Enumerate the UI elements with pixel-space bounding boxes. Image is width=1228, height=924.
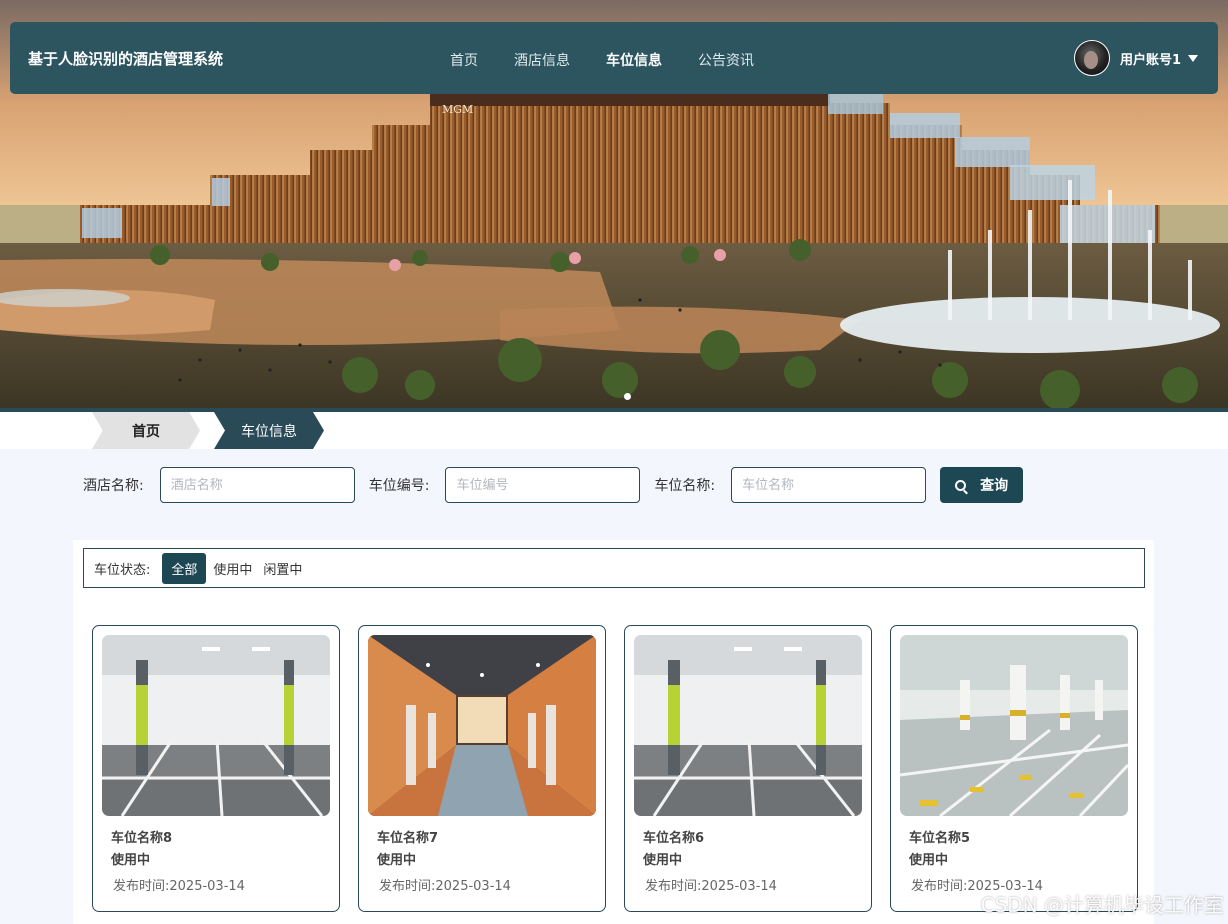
search-bar: 酒店名称: 车位编号: 车位名称: 查询 [83, 467, 1024, 503]
filter-option-idle[interactable]: 闲置中 [259, 554, 306, 583]
card-status: 使用中 [111, 853, 151, 868]
nav-hotel-info[interactable]: 酒店信息 [514, 50, 570, 70]
carousel-dot-active[interactable] [624, 393, 631, 400]
card-date: 发布时间:2025-03-14 [113, 879, 245, 894]
breadcrumb: 首页 车位信息 [0, 412, 1228, 449]
parking-card[interactable]: 车位名称7 使用中 发布时间:2025-03-14 [358, 625, 606, 912]
status-filter: 车位状态: 全部 使用中 闲置中 [83, 548, 1145, 588]
space-name-input[interactable] [731, 467, 927, 503]
search-icon [955, 479, 967, 491]
hotel-name-label: 酒店名称: [83, 478, 144, 494]
parking-list-panel: 车位状态: 全部 使用中 闲置中 车位名称8 使用中 发布时间:2025-03-… [73, 540, 1154, 924]
parking-card[interactable]: 车位名称5 使用中 发布时间:2025-03-14 [890, 625, 1138, 912]
page-root: MGM 基于人脸识别的酒店管理系统 首页 酒店信息 车位信息 公告资讯 用户账号… [0, 0, 1228, 924]
breadcrumb-home[interactable]: 首页 [92, 412, 200, 449]
space-code-label: 车位编号: [368, 478, 430, 494]
parking-image[interactable] [900, 635, 1128, 816]
building-sign: MGM [442, 103, 473, 116]
parking-image[interactable] [634, 635, 862, 816]
breadcrumb-current: 车位信息 [214, 412, 324, 449]
status-filter-label: 车位状态: [94, 562, 151, 578]
card-status: 使用中 [643, 853, 683, 868]
filter-option-all[interactable]: 全部 [162, 552, 207, 584]
parking-image[interactable] [368, 635, 596, 816]
card-status: 使用中 [377, 853, 417, 868]
nav-parking-info[interactable]: 车位信息 [606, 50, 662, 70]
space-code-input[interactable] [445, 467, 641, 503]
brand-title: 基于人脸识别的酒店管理系统 [28, 50, 224, 68]
parking-card[interactable]: 车位名称6 使用中 发布时间:2025-03-14 [624, 625, 872, 912]
nav-announcements[interactable]: 公告资讯 [698, 50, 754, 70]
parking-image[interactable] [102, 635, 330, 816]
parking-card[interactable]: 车位名称8 使用中 发布时间:2025-03-14 [92, 625, 340, 912]
card-name: 车位名称8 [111, 831, 173, 846]
card-name: 车位名称6 [643, 831, 705, 846]
user-name[interactable]: 用户账号1 [1120, 49, 1181, 68]
caret-down-icon[interactable] [1188, 54, 1198, 62]
space-name-label: 车位名称: [654, 478, 716, 494]
watermark: CSDN @计算机毕设工作室 [980, 893, 1224, 917]
card-name: 车位名称7 [377, 831, 439, 846]
card-name: 车位名称5 [909, 831, 971, 846]
hotel-name-input[interactable] [159, 467, 355, 503]
card-date: 发布时间:2025-03-14 [645, 879, 777, 894]
user-menu[interactable]: 用户账号1 [1073, 40, 1198, 76]
navbar: 基于人脸识别的酒店管理系统 首页 酒店信息 车位信息 公告资讯 用户账号1 [10, 22, 1218, 94]
filter-option-in-use[interactable]: 使用中 [209, 554, 256, 583]
search-button[interactable]: 查询 [940, 467, 1024, 503]
card-date: 发布时间:2025-03-14 [379, 879, 511, 894]
avatar[interactable] [1073, 40, 1110, 76]
parking-cards: 车位名称8 使用中 发布时间:2025-03-14 车位名称7 使用中 发布时间… [92, 625, 1156, 912]
nav-links: 首页 酒店信息 车位信息 公告资讯 [450, 50, 790, 70]
card-status: 使用中 [909, 853, 949, 868]
nav-home[interactable]: 首页 [450, 50, 478, 70]
search-button-label: 查询 [980, 477, 1009, 493]
